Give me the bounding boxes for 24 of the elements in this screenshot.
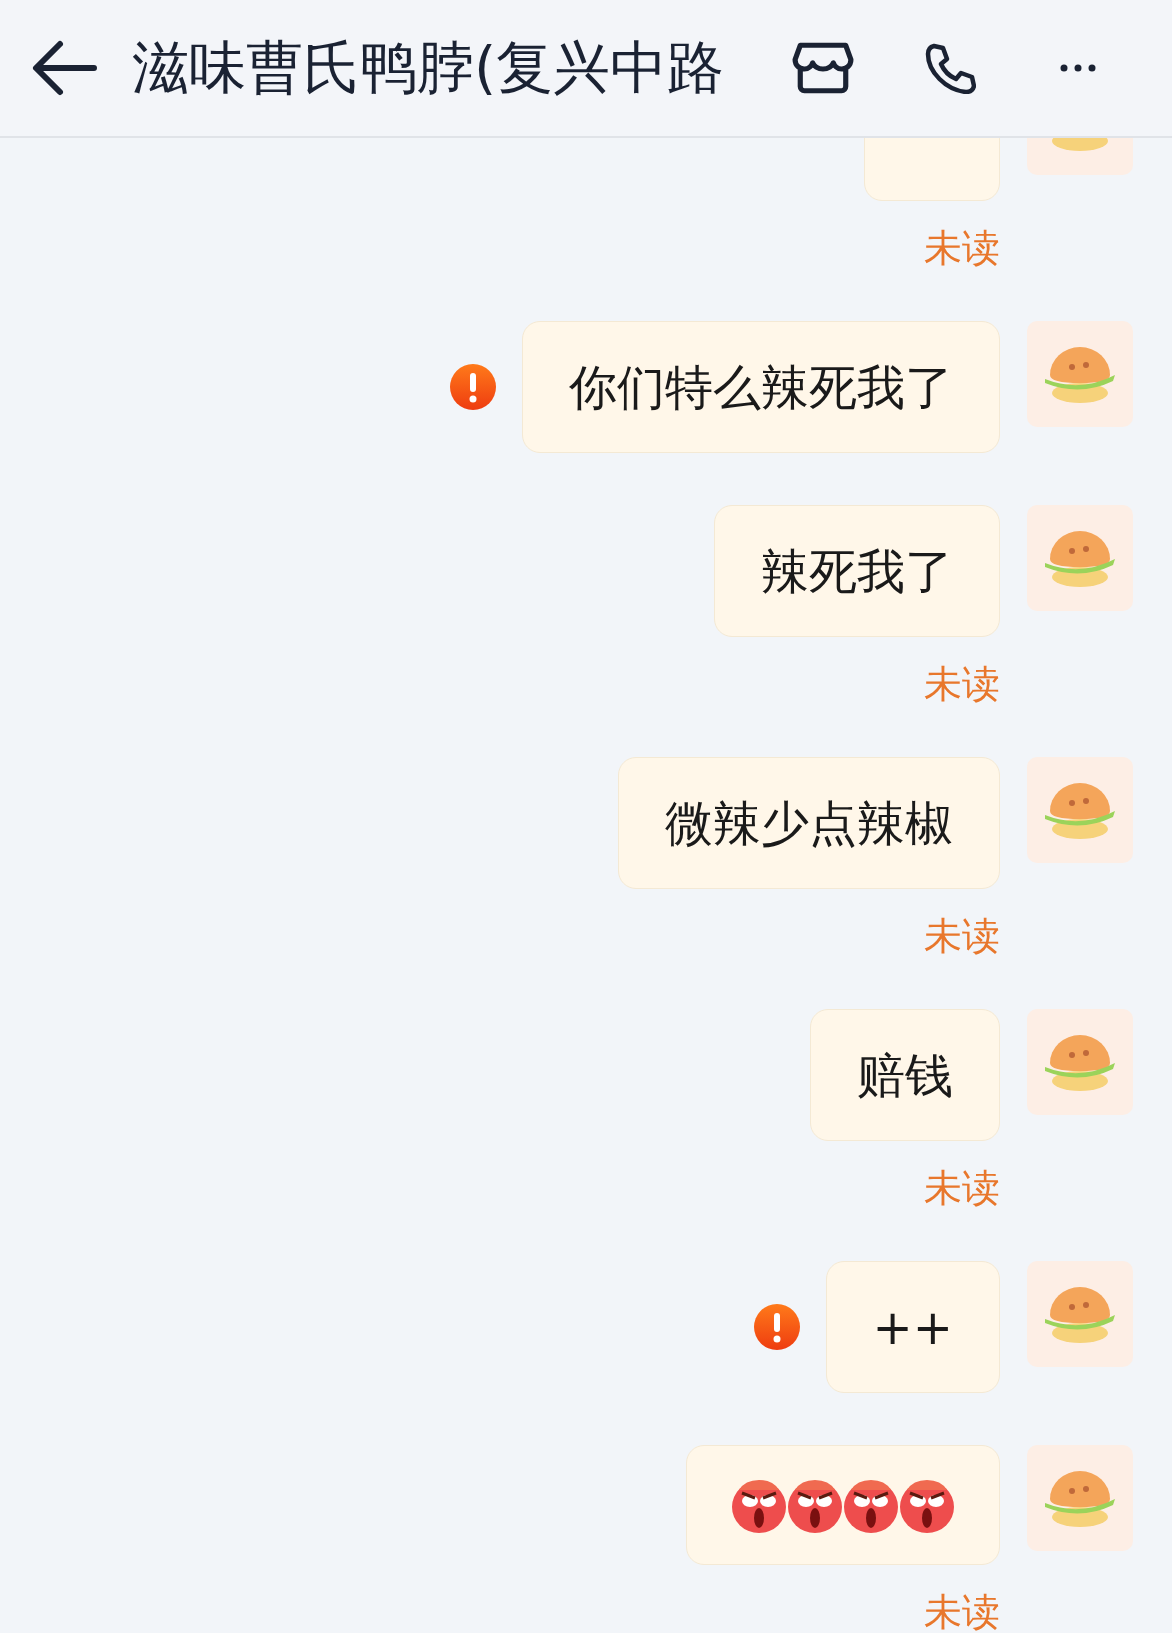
message-bubble[interactable]: 辣死我了 xyxy=(714,505,1000,637)
phone-icon[interactable] xyxy=(924,42,976,94)
unread-label: 未读 xyxy=(924,663,1000,705)
avatar[interactable] xyxy=(1027,1261,1133,1367)
avatar[interactable] xyxy=(1027,1445,1133,1551)
unread-label: 未读 xyxy=(924,1591,1000,1633)
error-icon[interactable] xyxy=(450,364,496,410)
message-bubble[interactable]: 你们特么辣死我了 xyxy=(522,321,1000,453)
unread-label: 未读 xyxy=(924,915,1000,957)
avatar[interactable] xyxy=(1027,505,1133,611)
error-icon[interactable] xyxy=(753,1304,800,1350)
avatar[interactable] xyxy=(1027,757,1133,863)
message-bubble[interactable] xyxy=(686,1445,1000,1565)
unread-label: 未读 xyxy=(924,227,1000,269)
message-bubble[interactable]: 赔钱 xyxy=(810,1009,1000,1141)
message-bubble[interactable]: 微辣少点辣椒 xyxy=(618,757,1000,889)
avatar[interactable] xyxy=(1027,321,1133,427)
back-arrow-icon[interactable] xyxy=(30,38,100,98)
store-icon[interactable] xyxy=(792,41,854,95)
avatar[interactable] xyxy=(1027,1009,1133,1115)
unread-label: 未读 xyxy=(924,1167,1000,1209)
chat-title: 滋味曹氏鸭脖(复兴中路 xyxy=(132,32,726,102)
message-bubble[interactable]: ++ xyxy=(825,1261,1000,1393)
more-icon[interactable] xyxy=(1060,64,1096,72)
